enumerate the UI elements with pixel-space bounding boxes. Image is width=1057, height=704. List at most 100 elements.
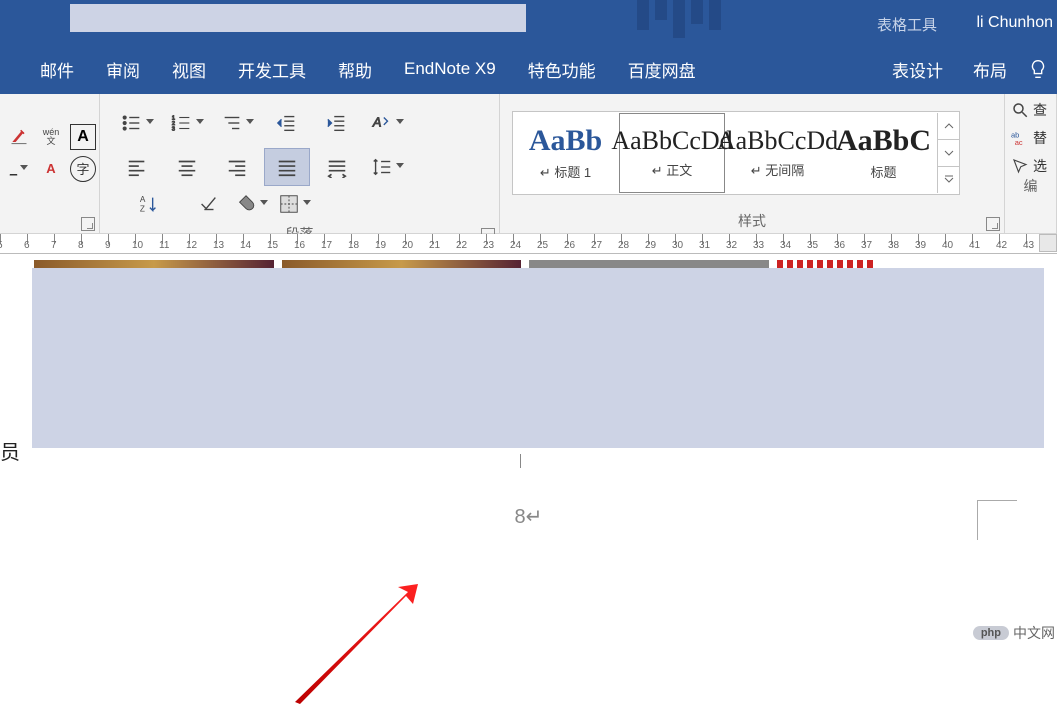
align-right-button[interactable] xyxy=(214,148,260,186)
clear-formatting-button[interactable] xyxy=(6,124,32,150)
styles-dialog-launcher[interactable] xyxy=(986,217,1000,231)
style-expand[interactable] xyxy=(938,167,959,193)
ruler-tick: 10 xyxy=(135,234,162,253)
tab-review[interactable]: 审阅 xyxy=(96,49,150,90)
enclose-characters-button[interactable]: 字 xyxy=(70,156,96,182)
watermark: php 中文网 xyxy=(973,623,1055,643)
shading-button[interactable] xyxy=(232,190,271,218)
style-scroll-up[interactable] xyxy=(938,113,959,140)
editing-group-label: 编 xyxy=(1005,176,1056,198)
style-normal[interactable]: AaBbCcDd ↵ 正文 xyxy=(619,113,725,193)
ruler-tick: 42 xyxy=(999,234,1026,253)
svg-text:A: A xyxy=(140,195,146,204)
annotation-arrow-icon xyxy=(290,584,420,704)
ruler-tick: 13 xyxy=(216,234,243,253)
style-gallery-scroll xyxy=(937,113,959,193)
title-decoration xyxy=(637,0,857,44)
character-border-button[interactable]: A xyxy=(70,124,96,150)
ruler-tick: 12 xyxy=(189,234,216,253)
svg-text:Z: Z xyxy=(140,204,145,213)
page-number-text: 8↵ xyxy=(0,504,1057,529)
tab-endnote[interactable]: EndNote X9 xyxy=(394,51,506,87)
style-title[interactable]: AaBbC 标题 xyxy=(831,113,937,193)
tab-special[interactable]: 特色功能 xyxy=(518,49,606,90)
horizontal-ruler[interactable]: 5678910111213141516171819202122232425262… xyxy=(0,234,1057,254)
increase-indent-button[interactable] xyxy=(314,104,360,142)
tab-developer[interactable]: 开发工具 xyxy=(228,49,316,90)
tab-mail[interactable]: 邮件 xyxy=(30,49,84,90)
font-group-label xyxy=(0,211,99,233)
svg-text:3: 3 xyxy=(171,126,174,132)
editing-group: 查 abac 替 选 编 xyxy=(1005,94,1057,233)
replace-button[interactable]: abac 替 xyxy=(1011,128,1056,148)
font-dialog-launcher[interactable] xyxy=(81,217,95,231)
tab-baidu[interactable]: 百度网盘 xyxy=(618,49,706,90)
ruler-tick: 18 xyxy=(351,234,378,253)
ruler-tick: 41 xyxy=(972,234,999,253)
style-scroll-down[interactable] xyxy=(938,140,959,167)
font-color-button[interactable]: A xyxy=(38,156,64,182)
ruler-tick: 31 xyxy=(702,234,729,253)
styles-group: AaBb ↵ 标题 1 AaBbCcDd ↵ 正文 AaBbCcDd ↵ 无间隔… xyxy=(500,94,1005,233)
multilevel-list-button[interactable] xyxy=(214,104,260,142)
ruler-tick: 14 xyxy=(243,234,270,253)
page-corner-mark xyxy=(977,500,1017,540)
align-left-button[interactable] xyxy=(114,148,160,186)
svg-text:ac: ac xyxy=(1015,138,1023,147)
ribbon: wén文 A _ A 字 123 A xyxy=(0,94,1057,234)
ruler-tick: 19 xyxy=(378,234,405,253)
style-name: ↵ 标题 1 xyxy=(540,162,591,181)
line-spacing-button[interactable] xyxy=(364,148,410,186)
ruler-tick: 5 xyxy=(0,234,27,253)
ruler-tick: 37 xyxy=(864,234,891,253)
asian-layout-button[interactable]: A xyxy=(364,104,410,142)
tab-view[interactable]: 视图 xyxy=(162,49,216,90)
ruler-tick: 16 xyxy=(297,234,324,253)
ruler-tick: 17 xyxy=(324,234,351,253)
align-center-button[interactable] xyxy=(164,148,210,186)
tab-table-design[interactable]: 表设计 xyxy=(882,49,953,90)
underline-partial-button[interactable]: _ xyxy=(6,156,32,182)
ruler-tick: 8 xyxy=(81,234,108,253)
style-preview: AaBbC xyxy=(836,124,931,158)
style-heading1[interactable]: AaBb ↵ 标题 1 xyxy=(513,113,619,193)
document-area[interactable]: 员 8↵ xyxy=(0,254,1057,674)
user-name[interactable]: li Chunhon xyxy=(977,14,1054,32)
ruler-tick: 7 xyxy=(54,234,81,253)
style-preview: AaBbCcDd xyxy=(717,126,838,156)
borders-button[interactable] xyxy=(275,190,314,218)
decrease-indent-button[interactable] xyxy=(264,104,310,142)
watermark-text: 中文网 xyxy=(1013,623,1055,643)
ribbon-tabs: 邮件 审阅 视图 开发工具 帮助 EndNote X9 特色功能 百度网盘 表设… xyxy=(0,44,1057,94)
phonetic-guide-button[interactable]: wén文 xyxy=(38,124,64,150)
ruler-tick: 24 xyxy=(513,234,540,253)
style-gallery: AaBb ↵ 标题 1 AaBbCcDd ↵ 正文 AaBbCcDd ↵ 无间隔… xyxy=(512,111,960,195)
select-button[interactable]: 选 xyxy=(1011,156,1056,176)
svg-text:A: A xyxy=(371,115,381,130)
ruler-tick: 29 xyxy=(648,234,675,253)
distributed-button[interactable] xyxy=(314,148,360,186)
title-document-name-area xyxy=(70,4,526,32)
tab-help[interactable]: 帮助 xyxy=(328,49,382,90)
ruler-tick: 33 xyxy=(756,234,783,253)
numbering-button[interactable]: 123 xyxy=(164,104,210,142)
title-bar: 表格工具 li Chunhon xyxy=(0,0,1057,44)
ruler-tick: 32 xyxy=(729,234,756,253)
ruler-tick: 27 xyxy=(594,234,621,253)
style-nospacing[interactable]: AaBbCcDd ↵ 无间隔 xyxy=(725,113,831,193)
ruler-tick: 38 xyxy=(891,234,918,253)
sort-button[interactable]: AZ xyxy=(114,190,184,218)
tab-layout[interactable]: 布局 xyxy=(963,49,1017,90)
table-image-strip xyxy=(34,260,877,268)
style-name: ↵ 正文 xyxy=(652,160,693,179)
ruler-tick: 20 xyxy=(405,234,432,253)
show-hide-marks-button[interactable] xyxy=(188,190,228,218)
bullets-button[interactable] xyxy=(114,104,160,142)
ruler-end-cap xyxy=(1039,234,1057,252)
find-button[interactable]: 查 xyxy=(1011,100,1056,120)
watermark-tag: php xyxy=(973,626,1009,640)
ruler-tick: 40 xyxy=(945,234,972,253)
align-justify-button[interactable] xyxy=(264,148,310,186)
tell-me-icon[interactable] xyxy=(1027,58,1049,80)
ruler-tick: 36 xyxy=(837,234,864,253)
